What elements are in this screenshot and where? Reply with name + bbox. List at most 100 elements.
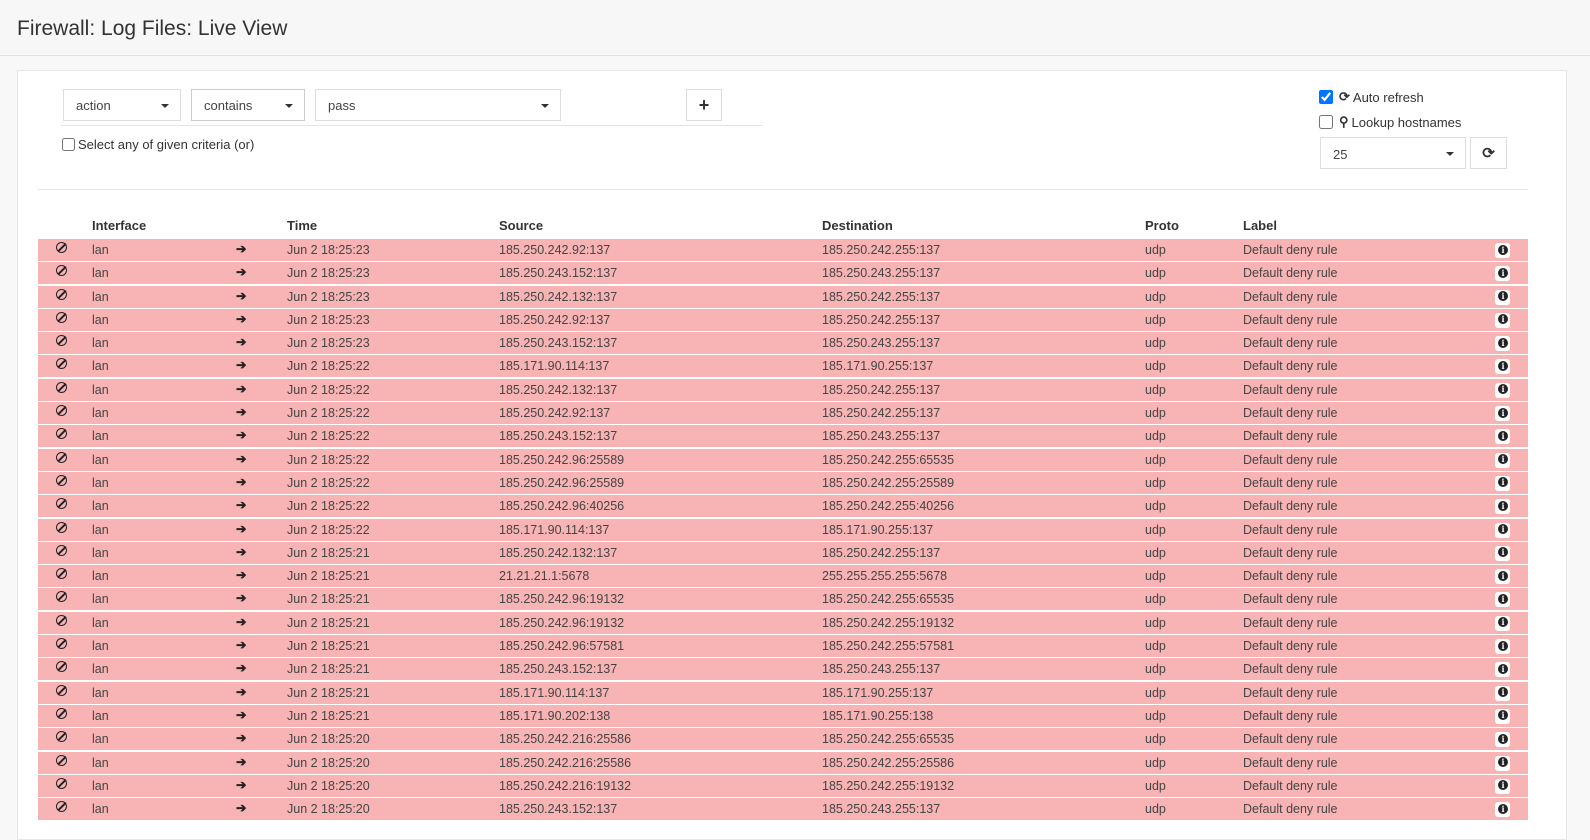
plus-icon: + (698, 94, 710, 115)
info-icon[interactable] (1495, 312, 1510, 331)
table-row[interactable]: lan ➔ Jun 2 18:25:21 185.250.242.96:19132 18… (38, 588, 1528, 611)
proto-cell: udp (1145, 615, 1166, 630)
table-row[interactable]: lan ➔ Jun 2 18:25:20 185.250.242.216:19132 1… (38, 774, 1528, 797)
table-row[interactable]: lan ➔ Jun 2 18:25:21 185.250.243.152:137 185… (38, 658, 1528, 681)
block-icon (56, 381, 67, 396)
label-cell: Default deny rule (1243, 522, 1338, 537)
auto-refresh-option[interactable]: ⟳ Auto refresh (1319, 89, 1424, 105)
table-row[interactable]: lan ➔ Jun 2 18:25:23 185.250.242.132:137 185… (38, 285, 1528, 308)
info-icon[interactable] (1495, 266, 1510, 284)
filter-value-select[interactable]: pass (315, 89, 561, 121)
info-icon[interactable] (1495, 499, 1510, 517)
column-header-proto[interactable]: Proto (1145, 218, 1179, 233)
info-icon[interactable] (1495, 289, 1510, 308)
info-icon[interactable] (1495, 475, 1510, 494)
proto-cell: udp (1145, 592, 1166, 607)
table-row[interactable]: lan ➔ Jun 2 18:25:22 185.250.242.92:137 185.… (38, 402, 1528, 425)
table-row[interactable]: lan ➔ Jun 2 18:25:23 185.250.242.92:137 185.… (38, 239, 1528, 261)
lookup-hostnames-option[interactable]: ⚲ Lookup hostnames (1319, 114, 1461, 130)
add-filter-button[interactable]: + (686, 89, 722, 121)
or-criteria-option[interactable]: Select any of given criteria (or) (62, 137, 254, 152)
block-icon (56, 638, 67, 652)
table-row[interactable]: lan ➔ Jun 2 18:25:22 185.250.242.96:25589 18… (38, 471, 1528, 494)
info-icon[interactable] (1495, 592, 1510, 610)
info-icon[interactable] (1495, 639, 1510, 657)
info-icon[interactable] (1495, 778, 1510, 797)
info-icon[interactable] (1495, 615, 1510, 634)
info-icon[interactable] (1495, 685, 1510, 704)
column-header-time[interactable]: Time (287, 218, 317, 233)
destination-cell: 185.171.90.255:138 (822, 708, 934, 723)
label-cell: Default deny rule (1243, 615, 1338, 630)
time-cell: Jun 2 18:25:22 (287, 499, 370, 514)
info-icon[interactable] (1495, 802, 1510, 820)
info-icon[interactable] (1495, 429, 1510, 447)
time-cell: Jun 2 18:25:21 (287, 615, 370, 630)
info-icon[interactable] (1495, 755, 1510, 774)
row-limit-select[interactable]: 25 (1320, 137, 1466, 169)
info-icon[interactable] (1495, 522, 1510, 541)
proto-cell: udp (1145, 685, 1166, 700)
table-row[interactable]: lan ➔ Jun 2 18:25:21 185.171.90.114:137 185.… (38, 681, 1528, 704)
refresh-button[interactable]: ⟳ (1470, 137, 1507, 169)
time-cell: Jun 2 18:25:21 (287, 685, 370, 700)
table-row[interactable]: lan ➔ Jun 2 18:25:21 185.250.242.96:19132 18… (38, 611, 1528, 634)
source-cell: 185.250.242.96:19132 (499, 592, 625, 607)
time-cell: Jun 2 18:25:21 (287, 708, 370, 723)
source-cell: 185.250.242.92:137 (499, 243, 611, 257)
time-cell: Jun 2 18:25:21 (287, 592, 370, 607)
auto-refresh-checkbox[interactable] (1319, 90, 1333, 104)
info-icon[interactable] (1495, 662, 1510, 680)
table-row[interactable]: lan ➔ Jun 2 18:25:23 185.250.243.152:137 185… (38, 332, 1528, 355)
table-row[interactable]: lan ➔ Jun 2 18:25:21 21.21.21.1:5678 255.255… (38, 565, 1528, 588)
interface-cell: lan (92, 778, 109, 793)
info-icon[interactable] (1495, 382, 1510, 401)
source-cell: 185.250.242.216:25586 (499, 732, 632, 747)
table-row[interactable]: lan ➔ Jun 2 18:25:22 185.250.242.96:40256 18… (38, 495, 1528, 518)
column-header-label[interactable]: Label (1243, 218, 1277, 233)
arrow-right-icon: ➔ (236, 242, 247, 256)
time-cell: Jun 2 18:25:23 (287, 289, 370, 304)
proto-cell: udp (1145, 708, 1166, 723)
table-row[interactable]: lan ➔ Jun 2 18:25:22 185.171.90.114:137 185.… (38, 518, 1528, 541)
proto-cell: udp (1145, 545, 1166, 560)
content-panel: action contains pass + Select any of giv… (17, 70, 1567, 840)
table-row[interactable]: lan ➔ Jun 2 18:25:20 185.250.243.152:137 185… (38, 798, 1528, 821)
info-icon[interactable] (1495, 708, 1510, 727)
table-row[interactable]: lan ➔ Jun 2 18:25:21 185.250.242.132:137 185… (38, 541, 1528, 564)
table-row[interactable]: lan ➔ Jun 2 18:25:23 185.250.242.92:137 185.… (38, 308, 1528, 331)
label-cell: Default deny rule (1243, 708, 1338, 723)
proto-cell: udp (1145, 406, 1166, 421)
table-row[interactable]: lan ➔ Jun 2 18:25:23 185.250.243.152:137 185… (38, 262, 1528, 285)
info-icon[interactable] (1495, 569, 1510, 587)
time-cell: Jun 2 18:25:20 (287, 732, 370, 747)
info-icon[interactable] (1495, 359, 1510, 377)
info-icon[interactable] (1495, 732, 1510, 750)
table-row[interactable]: lan ➔ Jun 2 18:25:21 185.171.90.202:138 185.… (38, 704, 1528, 727)
info-icon[interactable] (1495, 406, 1510, 424)
column-header-interface[interactable]: Interface (92, 218, 146, 233)
info-icon[interactable] (1495, 336, 1510, 354)
table-row[interactable]: lan ➔ Jun 2 18:25:21 185.250.242.96:57581 18… (38, 635, 1528, 658)
block-icon (56, 707, 67, 722)
table-row[interactable]: lan ➔ Jun 2 18:25:22 185.250.242.132:137 185… (38, 378, 1528, 401)
or-criteria-checkbox[interactable] (62, 138, 75, 151)
label-cell: Default deny rule (1243, 243, 1338, 257)
info-icon[interactable] (1495, 452, 1510, 471)
table-row[interactable]: lan ➔ Jun 2 18:25:22 185.250.243.152:137 185… (38, 425, 1528, 448)
filter-operator-select[interactable]: contains (191, 89, 305, 121)
info-icon[interactable] (1495, 545, 1510, 564)
time-cell: Jun 2 18:25:22 (287, 406, 370, 421)
filter-field-select[interactable]: action (63, 89, 181, 121)
lookup-hostnames-checkbox[interactable] (1319, 115, 1333, 129)
destination-cell: 185.250.242.255:57581 (822, 639, 955, 654)
destination-cell: 185.250.242.255:137 (822, 545, 941, 560)
column-header-source[interactable]: Source (499, 218, 543, 233)
table-row[interactable]: lan ➔ Jun 2 18:25:20 185.250.242.216:25586 1… (38, 728, 1528, 751)
column-header-destination[interactable]: Destination (822, 218, 893, 233)
label-cell: Default deny rule (1243, 312, 1338, 327)
info-icon[interactable] (1495, 243, 1510, 261)
table-row[interactable]: lan ➔ Jun 2 18:25:20 185.250.242.216:25586 1… (38, 751, 1528, 774)
table-row[interactable]: lan ➔ Jun 2 18:25:22 185.250.242.96:25589 18… (38, 448, 1528, 471)
table-row[interactable]: lan ➔ Jun 2 18:25:22 185.171.90.114:137 185.… (38, 355, 1528, 378)
